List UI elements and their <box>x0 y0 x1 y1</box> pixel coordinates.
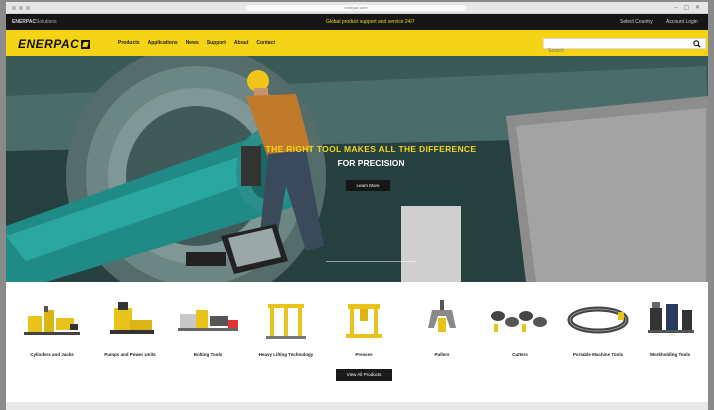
window-controls[interactable] <box>12 6 30 10</box>
category-label: Heavy Lifting Technology <box>258 352 314 357</box>
nav-item-news[interactable]: News <box>186 40 199 46</box>
hero-image <box>6 56 708 282</box>
enerpac-logo[interactable]: ENERPAC <box>18 37 91 51</box>
category-cutters[interactable]: Cutters <box>482 294 558 364</box>
category-cylinders[interactable]: Cylinders and Jacks <box>14 294 90 364</box>
logo-text: ENERPAC <box>18 37 80 51</box>
logo-mark-icon <box>81 39 91 49</box>
category-label: Cutters <box>512 352 528 357</box>
utility-link-enerpac[interactable]: ENERPAC <box>12 19 36 25</box>
pullers-icon <box>428 300 456 332</box>
hero-subhead: FOR PRECISION <box>337 158 405 168</box>
search-box <box>543 38 706 56</box>
machine-tools-icon <box>567 306 629 334</box>
category-label: Pullers <box>434 352 450 357</box>
product-categories: Cylinders and Jacks Pumps and Power Unit… <box>6 282 708 402</box>
nav-menu: Products Applications News Support About… <box>118 40 275 46</box>
carousel-indicator[interactable] <box>326 261 416 262</box>
category-label: Cylinders and Jacks <box>30 352 74 357</box>
category-label: Workholding Tools <box>649 352 691 357</box>
category-pullers[interactable]: Pullers <box>404 294 480 364</box>
browser-window: enerpac.com – ▢ ✕ ENERPAC Solutions Glob… <box>6 2 708 410</box>
promo-text: Global product support and service 24/7 <box>326 19 415 25</box>
cutters-icon <box>491 311 547 332</box>
category-label: Portable Machine Tools <box>572 352 624 357</box>
utility-bar: ENERPAC Solutions Global product support… <box>6 14 708 30</box>
window-buttons-icon[interactable]: – ▢ ✕ <box>675 4 702 11</box>
nav-item-about[interactable]: About <box>234 40 248 46</box>
category-label: Bolting Tools <box>193 352 223 357</box>
nav-item-support[interactable]: Support <box>207 40 226 46</box>
address-bar[interactable]: enerpac.com <box>246 5 466 11</box>
view-all-products-button[interactable]: View All Products <box>336 369 392 381</box>
utility-link-solutions[interactable]: Solutions <box>36 19 57 25</box>
footer-band <box>6 402 708 410</box>
search-icon[interactable] <box>693 40 701 48</box>
bolting-tools-icon <box>178 310 238 331</box>
cylinders-icon <box>24 306 80 335</box>
category-pumps[interactable]: Pumps and Power Units <box>92 294 168 364</box>
hero-banner: THE RIGHT TOOL MAKES ALL THE DIFFERENCE … <box>6 56 708 282</box>
pumps-icon <box>110 302 154 334</box>
category-label: Pumps and Power Units <box>104 352 156 357</box>
category-workholding[interactable]: Workholding Tools <box>632 294 708 364</box>
account-login-link[interactable]: Account Login <box>666 19 698 25</box>
presses-icon <box>346 304 382 338</box>
category-label: Presses <box>355 352 373 357</box>
main-navigation: ENERPAC Products Applications News Suppo… <box>6 30 708 56</box>
close-dot-icon[interactable] <box>12 6 16 10</box>
nav-item-products[interactable]: Products <box>118 40 140 46</box>
browser-chrome: enerpac.com – ▢ ✕ <box>6 2 708 14</box>
country-selector[interactable]: Select Country <box>620 19 653 25</box>
hero-headline: THE RIGHT TOOL MAKES ALL THE DIFFERENCE <box>265 144 477 154</box>
category-bolting-tools[interactable]: Bolting Tools <box>170 294 246 364</box>
category-heavy-lifting[interactable]: Heavy Lifting Technology <box>248 294 324 364</box>
workholding-icon <box>648 302 694 333</box>
learn-more-button[interactable]: Learn More <box>346 180 390 191</box>
maximize-dot-icon[interactable] <box>26 6 30 10</box>
heavy-lifting-icon <box>266 304 306 339</box>
nav-item-applications[interactable]: Applications <box>148 40 178 46</box>
minimize-dot-icon[interactable] <box>19 6 23 10</box>
nav-item-contact[interactable]: Contact <box>256 40 275 46</box>
search-input[interactable] <box>544 46 684 56</box>
screenshot-frame: enerpac.com – ▢ ✕ ENERPAC Solutions Glob… <box>0 0 714 410</box>
category-presses[interactable]: Presses <box>326 294 402 364</box>
category-machine-tools[interactable]: Portable Machine Tools <box>560 294 636 364</box>
